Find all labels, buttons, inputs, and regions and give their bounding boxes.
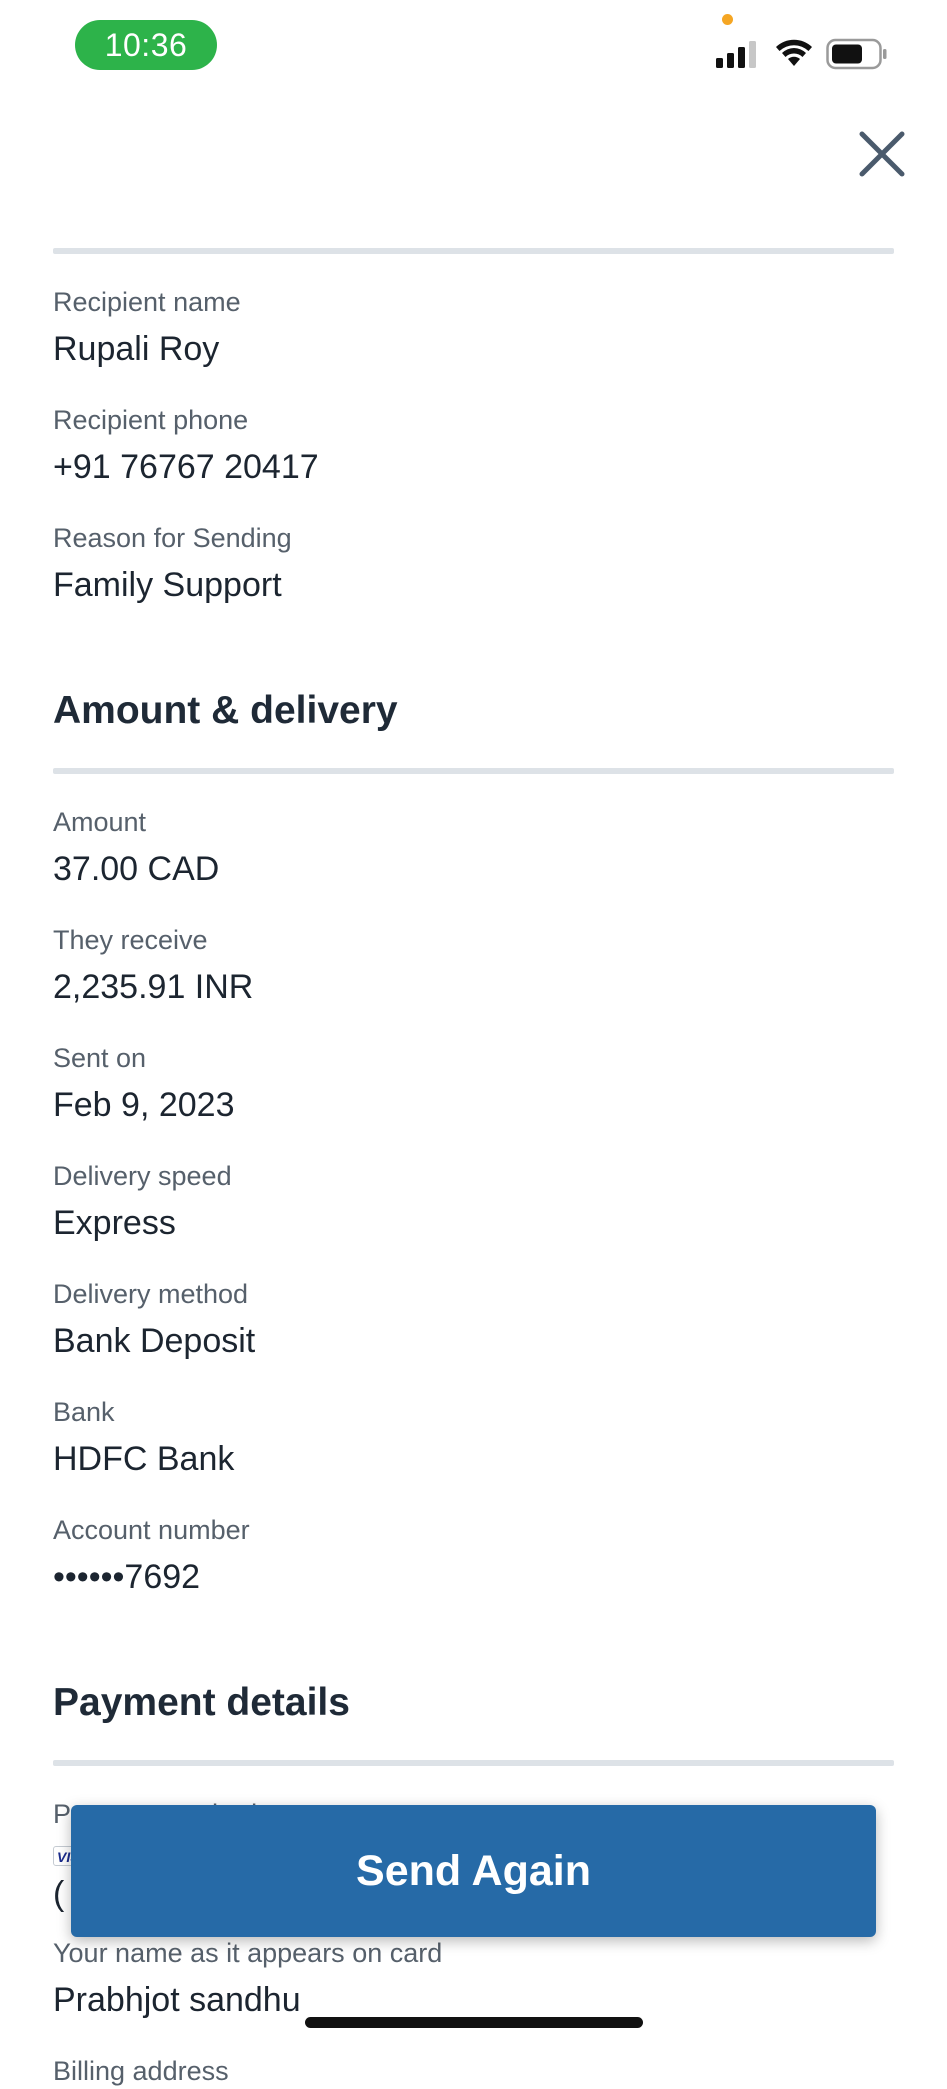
recipient-name-field: Recipient name Rupali Roy: [53, 284, 894, 372]
field-label: Delivery speed: [53, 1161, 232, 1191]
delivery-speed-field: Delivery speed Express: [53, 1158, 894, 1246]
recipient-fields: Recipient name Rupali Roy Recipient phon…: [53, 254, 894, 608]
battery-icon: [826, 38, 887, 70]
field-value: +91 76767 20417: [53, 448, 319, 486]
cardholder-name-field: Your name as it appears on card Prabhjot…: [53, 1935, 894, 2023]
payment-details-heading: Payment details: [53, 1681, 350, 1724]
field-value: HDFC Bank: [53, 1440, 235, 1478]
wifi-icon: [776, 39, 812, 66]
field-label: Account number: [53, 1515, 250, 1545]
field-value: Bank Deposit: [53, 1322, 256, 1360]
amount-delivery-heading: Amount & delivery: [53, 689, 398, 732]
field-value: Rupali Roy: [53, 330, 220, 368]
delivery-method-field: Delivery method Bank Deposit: [53, 1276, 894, 1364]
field-value: Express: [53, 1204, 176, 1242]
send-again-button[interactable]: Send Again: [71, 1805, 876, 1937]
status-bar: 10:36: [0, 0, 947, 90]
signal-icon: [716, 41, 756, 68]
bank-field: Bank HDFC Bank: [53, 1394, 894, 1482]
field-label: Your name as it appears on card: [53, 1938, 443, 1968]
field-value: 37.00 CAD: [53, 850, 220, 888]
field-label: Delivery method: [53, 1279, 249, 1309]
privacy-indicator-dot: [722, 14, 733, 25]
field-value: ••••••7692: [53, 1558, 201, 1596]
home-indicator[interactable]: [305, 2017, 643, 2028]
field-label: Recipient phone: [53, 405, 249, 435]
field-label: Sent on: [53, 1043, 147, 1073]
account-number-field: Account number ••••••7692: [53, 1512, 894, 1600]
reason-field: Reason for Sending Family Support: [53, 520, 894, 608]
they-receive-field: They receive 2,235.91 INR: [53, 922, 894, 1010]
billing-address-field: Billing address: [53, 2053, 894, 2089]
status-time: 10:36: [75, 20, 217, 70]
field-value: Feb 9, 2023: [53, 1086, 235, 1124]
field-label: They receive: [53, 925, 208, 955]
field-label: Bank: [53, 1397, 115, 1427]
amount-delivery-fields: Amount 37.00 CAD They receive 2,235.91 I…: [53, 774, 894, 1600]
recipient-phone-field: Recipient phone +91 76767 20417: [53, 402, 894, 490]
close-icon[interactable]: [856, 128, 908, 180]
field-value: 2,235.91 INR: [53, 968, 254, 1006]
field-label: Billing address: [53, 2056, 229, 2086]
amount-field: Amount 37.00 CAD: [53, 804, 894, 892]
field-label: Amount: [53, 807, 147, 837]
sent-on-field: Sent on Feb 9, 2023: [53, 1040, 894, 1128]
field-value: Family Support: [53, 566, 282, 604]
field-label: Reason for Sending: [53, 523, 292, 553]
field-label: Recipient name: [53, 287, 241, 317]
